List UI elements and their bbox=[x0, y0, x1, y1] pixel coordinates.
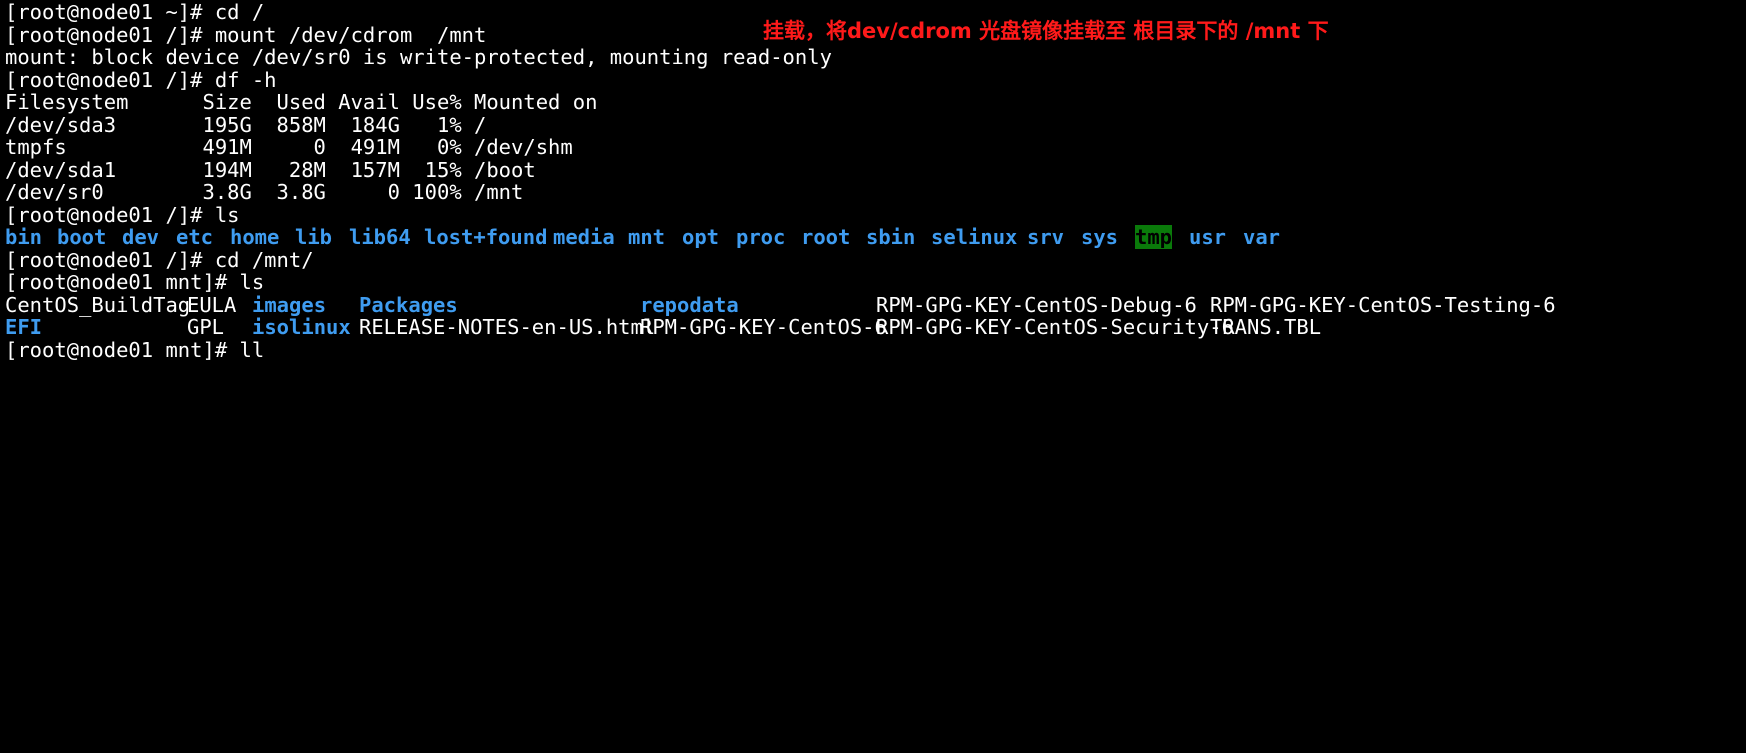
ls-mnt-row: EFI GPL isolinux RELEASE-NOTES-en-US.htm… bbox=[0, 315, 1746, 339]
dir-entry: selinux bbox=[931, 225, 1018, 249]
ls-root-output: bin boot dev etc home lib lib64 lost+fou… bbox=[0, 225, 1746, 249]
df-row: /dev/sda3 195G 858M 184G 1% / bbox=[5, 112, 487, 137]
dir-entry: sbin bbox=[866, 225, 916, 249]
dir-entry-tmp: tmp bbox=[1135, 225, 1173, 249]
df-row: /dev/sda1 194M 28M 157M 15% /boot bbox=[5, 157, 536, 182]
command-prompt[interactable]: [root@node01 mnt]# ll bbox=[5, 338, 264, 362]
dir-entry: opt bbox=[682, 225, 720, 249]
dir-entry: boot bbox=[57, 225, 107, 249]
dir-entry: bin bbox=[5, 225, 43, 249]
dir-entry: mnt bbox=[628, 225, 666, 249]
dir-entry: var bbox=[1243, 225, 1281, 249]
dir-entry: Packages bbox=[359, 292, 458, 317]
terminal-line: [root@node01 ~]# cd / bbox=[5, 0, 265, 24]
file-entry: RPM-GPG-KEY-CentOS-Debug-6 bbox=[876, 292, 1197, 317]
df-row: tmpfs 491M 0 491M 0% /dev/shm bbox=[5, 135, 573, 159]
file-entry: RPM-GPG-KEY-CentOS-Testing-6 bbox=[1210, 292, 1556, 317]
ls-mnt-row: CentOS_BuildTag EULA images Packages rep… bbox=[0, 293, 1746, 317]
dir-entry: home bbox=[230, 225, 280, 249]
terminal-line: [root@node01 /]# df -h bbox=[5, 67, 277, 92]
file-entry: CentOS_BuildTag bbox=[5, 292, 191, 317]
df-header: Filesystem Size Used Avail Use% Mounted … bbox=[5, 90, 598, 114]
terminal-line: [root@node01 /]# cd /mnt/ bbox=[5, 247, 314, 272]
dir-entry: srv bbox=[1027, 225, 1065, 249]
terminal-line: [root@node01 /]# mount /dev/cdrom /mnt bbox=[5, 22, 487, 47]
dir-entry: usr bbox=[1189, 225, 1227, 249]
dir-entry: etc bbox=[176, 225, 214, 249]
file-entry: RPM-GPG-KEY-CentOS-Security-6 bbox=[876, 315, 1234, 339]
dir-entry: sys bbox=[1081, 225, 1119, 249]
file-entry: RELEASE-NOTES-en-US.html bbox=[359, 315, 656, 339]
dir-entry: lost+found bbox=[424, 225, 548, 249]
dir-entry: lib64 bbox=[349, 225, 411, 249]
annotation-note: 挂载，将dev/cdrom 光盘镜像挂载至 根目录下的 /mnt 下 bbox=[763, 19, 1329, 43]
dir-entry: root bbox=[801, 225, 851, 249]
terminal-line: mount: block device /dev/sr0 is write-pr… bbox=[5, 45, 832, 69]
dir-entry: dev bbox=[122, 225, 160, 249]
dir-entry: isolinux bbox=[252, 315, 351, 339]
file-entry: RPM-GPG-KEY-CentOS-6 bbox=[640, 315, 887, 339]
terminal-line: [root@node01 /]# ls bbox=[5, 202, 240, 227]
df-row: /dev/sr0 3.8G 3.8G 0 100% /mnt bbox=[5, 180, 524, 204]
dir-entry: EFI bbox=[5, 315, 43, 339]
dir-entry: proc bbox=[736, 225, 786, 249]
terminal-line: [root@node01 mnt]# ls bbox=[5, 270, 265, 294]
dir-entry: lib bbox=[295, 225, 333, 249]
terminal-window[interactable]: [root@node01 ~]# cd / [root@node01 /]# m… bbox=[0, 0, 1746, 401]
file-entry: GPL bbox=[187, 315, 225, 339]
dir-entry: images bbox=[252, 292, 327, 317]
dir-entry: repodata bbox=[640, 292, 739, 317]
dir-entry: media bbox=[553, 225, 615, 249]
file-entry: TRANS.TBL bbox=[1210, 315, 1322, 339]
file-entry: EULA bbox=[187, 292, 237, 317]
